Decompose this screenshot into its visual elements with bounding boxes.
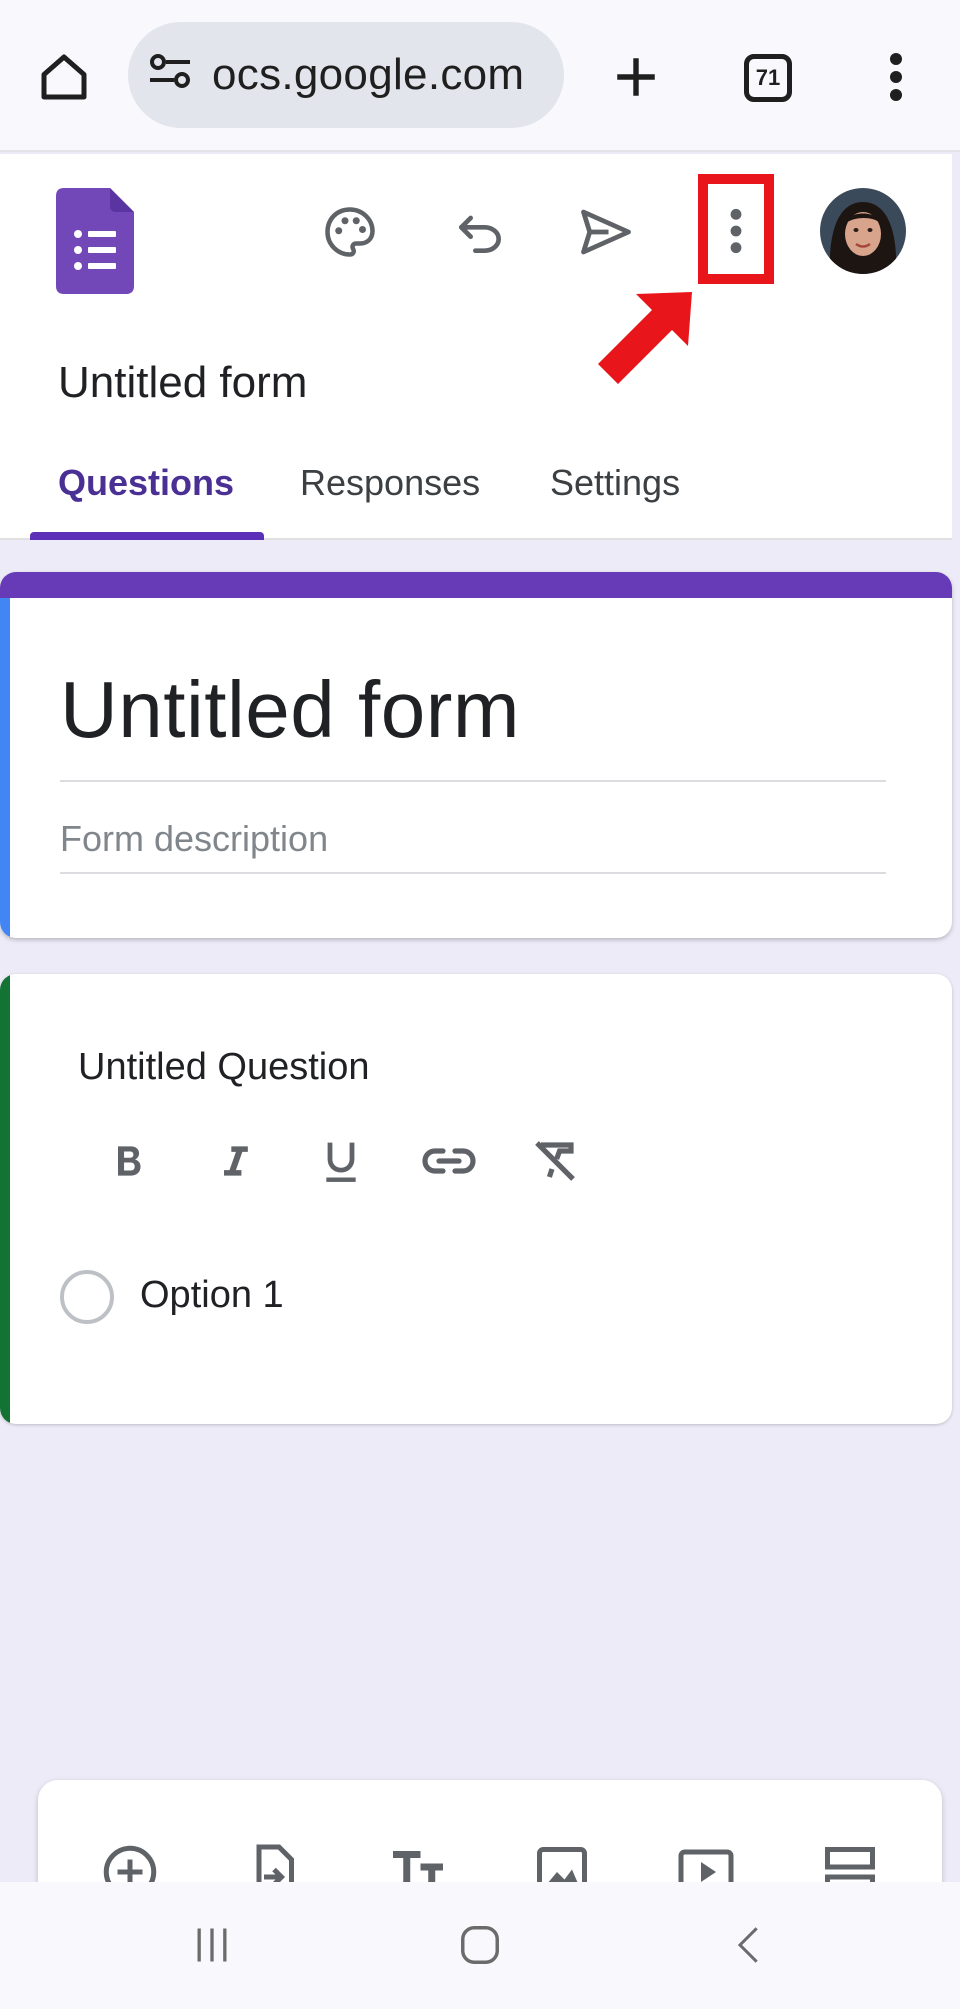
- tab-responses[interactable]: Responses: [300, 450, 480, 540]
- question-indicator: [0, 974, 10, 1424]
- tab-count: 71: [744, 54, 792, 102]
- question-card[interactable]: Untitled Question Option 1: [0, 974, 952, 1424]
- bold-icon[interactable]: [94, 1126, 164, 1196]
- browser-toolbar: ocs.google.com 71: [0, 0, 960, 152]
- forms-header: Untitled form Questions Responses Settin…: [0, 154, 952, 540]
- form-description-input[interactable]: Form description: [60, 818, 328, 860]
- option-label[interactable]: Option 1: [140, 1274, 284, 1317]
- url-text[interactable]: ocs.google.com: [212, 22, 524, 128]
- clear-format-icon[interactable]: [520, 1126, 590, 1196]
- italic-icon[interactable]: [200, 1126, 270, 1196]
- new-tab-icon[interactable]: [600, 40, 672, 114]
- back-icon[interactable]: [710, 1912, 790, 1978]
- recents-icon[interactable]: [172, 1912, 252, 1978]
- active-tab-indicator: [30, 532, 264, 540]
- form-name[interactable]: Untitled form: [58, 358, 307, 408]
- send-icon[interactable]: [564, 190, 648, 274]
- avatar[interactable]: [820, 188, 906, 274]
- theme-color-band: [0, 572, 952, 598]
- question-title-input[interactable]: Untitled Question: [78, 1046, 370, 1089]
- home-icon[interactable]: [28, 38, 100, 116]
- address-bar[interactable]: ocs.google.com: [128, 22, 564, 128]
- form-title-input[interactable]: Untitled form: [60, 664, 520, 756]
- form-title-card: Untitled form Form description: [0, 572, 952, 938]
- site-settings-icon[interactable]: [146, 52, 204, 98]
- selected-card-indicator: [0, 598, 10, 938]
- palette-icon[interactable]: [308, 190, 392, 274]
- home-icon[interactable]: [440, 1912, 520, 1978]
- link-icon[interactable]: [414, 1126, 484, 1196]
- forms-logo-icon[interactable]: [56, 188, 134, 294]
- highlight-frame: [698, 174, 774, 284]
- browser-more-icon[interactable]: [870, 40, 922, 114]
- system-nav-bar: [0, 1882, 960, 2009]
- option-radio[interactable]: [60, 1270, 114, 1324]
- tab-switcher-button[interactable]: 71: [736, 46, 800, 110]
- underline-icon[interactable]: [306, 1126, 376, 1196]
- undo-icon[interactable]: [438, 190, 522, 274]
- divider: [60, 872, 886, 874]
- red-arrow-annotation: [588, 286, 698, 396]
- tab-settings[interactable]: Settings: [550, 450, 680, 540]
- tab-questions[interactable]: Questions: [58, 450, 234, 540]
- divider: [60, 780, 886, 782]
